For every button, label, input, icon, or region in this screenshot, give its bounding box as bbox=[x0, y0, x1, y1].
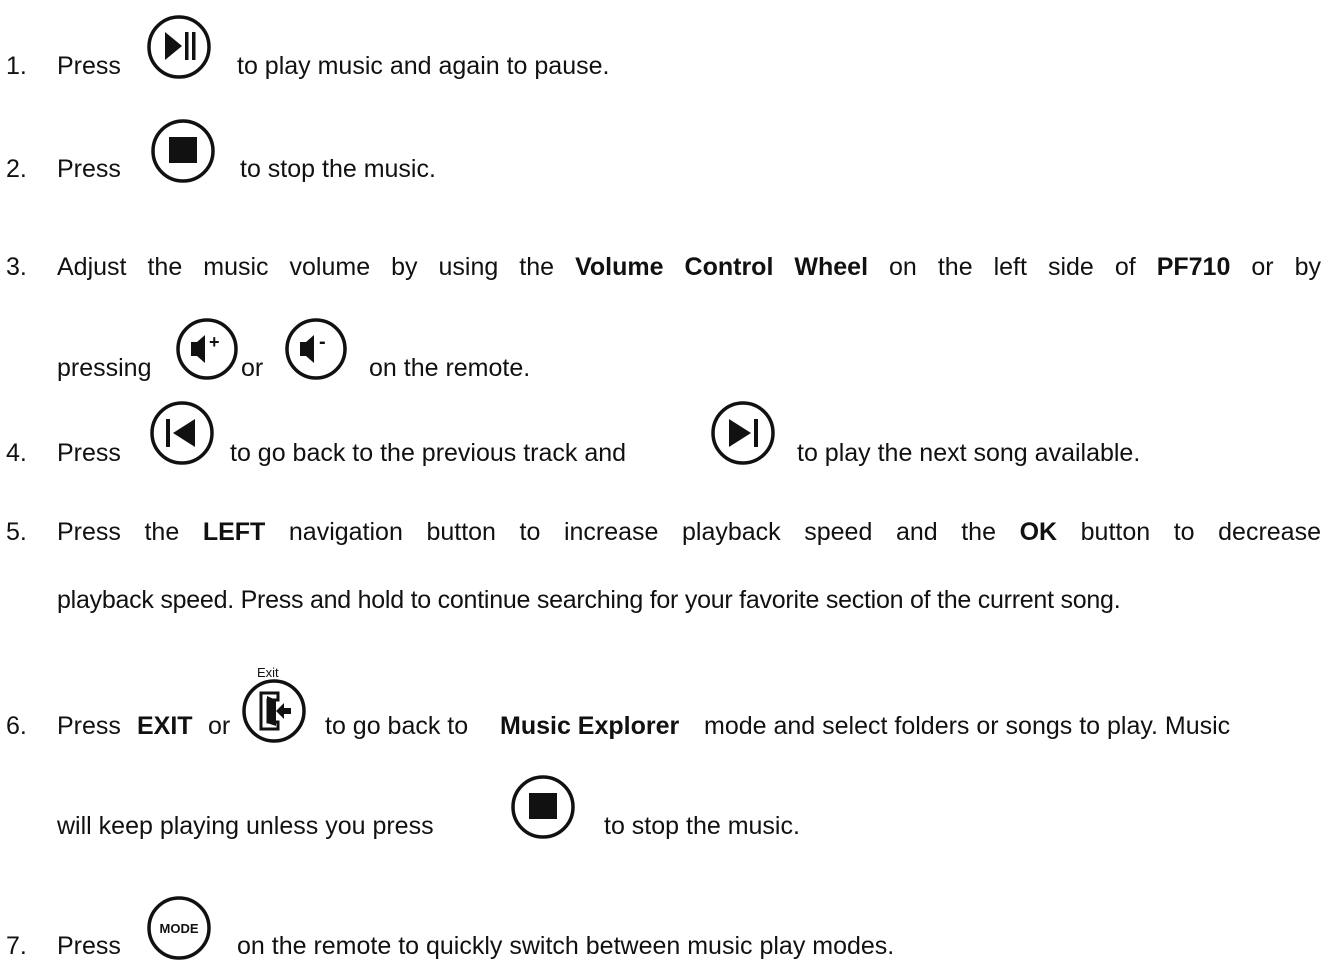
previous-track-icon bbox=[140, 400, 224, 466]
item-text: Press bbox=[57, 932, 121, 960]
stop-icon bbox=[501, 774, 585, 840]
mode-icon: MODE bbox=[137, 895, 221, 961]
item-number: 3. bbox=[6, 253, 27, 281]
item-text: or bbox=[208, 712, 231, 740]
item-text: will keep playing unless you press bbox=[57, 812, 434, 840]
item-text: to go back to the previous track and bbox=[230, 439, 627, 467]
item-text: to play music and again to pause. bbox=[237, 52, 610, 80]
item-text: Press bbox=[57, 155, 121, 183]
item-text: playback speed. Press and hold to contin… bbox=[57, 586, 1121, 614]
item-text: to go back to bbox=[325, 712, 469, 740]
svg-text:MODE: MODE bbox=[160, 921, 199, 936]
item-text-line1: Adjust the music volume by using the Vol… bbox=[57, 253, 1322, 281]
item-text: Press bbox=[57, 439, 121, 467]
item-text: or bbox=[241, 354, 264, 382]
item-text: mode and select folders or songs to play… bbox=[704, 712, 1231, 740]
item-text: Press bbox=[57, 52, 121, 80]
volume-up-icon: + bbox=[173, 316, 241, 382]
volume-down-icon: - bbox=[282, 316, 350, 382]
item-text: on the remote to quickly switch between … bbox=[237, 932, 895, 960]
item-number: 7. bbox=[6, 932, 27, 960]
item-text-bold: EXIT bbox=[137, 712, 193, 740]
svg-text:+: + bbox=[209, 332, 220, 352]
item-text: to stop the music. bbox=[240, 155, 436, 183]
next-track-icon bbox=[701, 400, 785, 466]
item-text: to stop the music. bbox=[604, 812, 800, 840]
item-text-bold: Music Explorer bbox=[500, 712, 680, 740]
item-text: pressing bbox=[57, 354, 152, 382]
play-pause-icon bbox=[137, 14, 221, 80]
svg-text:-: - bbox=[319, 331, 326, 353]
item-number: 2. bbox=[6, 155, 27, 183]
exit-icon bbox=[232, 678, 316, 744]
item-text: to play the next song available. bbox=[797, 439, 1141, 467]
item-number: 5. bbox=[6, 518, 27, 546]
item-text: on the remote. bbox=[369, 354, 531, 382]
item-text: Press bbox=[57, 712, 121, 740]
item-number: 6. bbox=[6, 712, 27, 740]
stop-icon bbox=[141, 118, 225, 184]
item-text-line1: Press the LEFT navigation button to incr… bbox=[57, 518, 1321, 546]
item-number: 4. bbox=[6, 439, 27, 467]
item-number: 1. bbox=[6, 52, 27, 80]
